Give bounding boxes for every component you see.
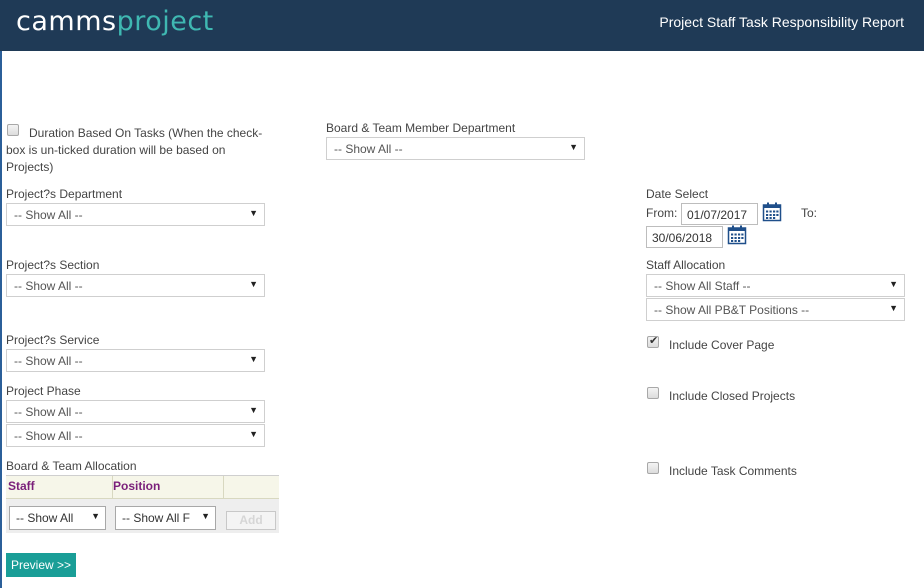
date-from-input[interactable]: 01/07/2017: [681, 203, 758, 225]
app-logo: cammsproject: [16, 6, 214, 37]
duration-checkbox-label-line1: Duration Based On Tasks (When the check-: [29, 126, 263, 140]
duration-checkbox-label-line3: Projects): [6, 160, 54, 174]
caret-down-icon: ▼: [89, 511, 100, 521]
report-title: Project Staff Task Responsibility Report: [659, 14, 904, 30]
caret-down-icon: ▼: [249, 405, 258, 415]
calendar-icon[interactable]: [727, 225, 747, 245]
date-to-input[interactable]: 30/06/2018: [646, 226, 723, 248]
include-task-comments-checkbox[interactable]: [647, 462, 659, 474]
staff-allocation-label: Staff Allocation: [646, 258, 726, 272]
staff-allocation-staff-select[interactable]: -- Show All Staff -- ▼: [646, 274, 905, 297]
board-team-member-department-select[interactable]: -- Show All -- ▼: [326, 137, 585, 160]
add-button[interactable]: Add: [226, 511, 276, 530]
caret-down-icon: ▼: [889, 303, 898, 313]
include-task-comments-label: Include Task Comments: [669, 464, 797, 478]
board-team-allocation-grid: Staff Position -- Show All ▼ -- Show All …: [6, 475, 279, 533]
caret-down-icon: ▼: [249, 429, 258, 439]
caret-down-icon: ▼: [249, 208, 258, 218]
duration-based-on-tasks-checkbox[interactable]: [7, 124, 19, 136]
grid-staff-select[interactable]: -- Show All ▼: [9, 506, 106, 530]
projects-section-select[interactable]: -- Show All -- ▼: [6, 274, 265, 297]
caret-down-icon: ▼: [889, 279, 898, 289]
include-cover-page-label: Include Cover Page: [669, 338, 775, 352]
include-cover-page-checkbox[interactable]: [647, 334, 659, 348]
left-border: [0, 51, 2, 588]
projects-department-select[interactable]: -- Show All -- ▼: [6, 203, 265, 226]
include-closed-projects-checkbox[interactable]: [647, 387, 659, 399]
grid-position-select[interactable]: -- Show All F ▼: [115, 506, 216, 530]
board-team-member-department-label: Board & Team Member Department: [326, 121, 516, 135]
include-closed-projects-label: Include Closed Projects: [669, 389, 796, 403]
preview-button[interactable]: Preview >>: [6, 553, 76, 577]
caret-down-icon: ▼: [249, 354, 258, 364]
project-phase-select-1[interactable]: -- Show All -- ▼: [6, 400, 265, 423]
projects-section-label: Project?s Section: [6, 258, 100, 272]
staff-allocation-positions-select[interactable]: -- Show All PB&T Positions -- ▼: [646, 298, 905, 321]
grid-column-position: Position: [113, 479, 161, 493]
grid-column-divider: [223, 476, 224, 499]
date-to-label: To:: [801, 206, 818, 220]
date-from-label: From:: [646, 206, 678, 220]
calendar-icon[interactable]: [762, 202, 782, 222]
board-team-allocation-label: Board & Team Allocation: [6, 459, 137, 473]
grid-column-staff: Staff: [8, 479, 35, 493]
date-select-label: Date Select: [646, 187, 709, 201]
caret-down-icon: ▼: [569, 142, 578, 152]
projects-department-label: Project?s Department: [6, 187, 123, 201]
grid-header: Staff Position: [6, 476, 279, 499]
duration-checkbox-label-line2: box is un-ticked duration will be based …: [6, 143, 226, 157]
projects-service-label: Project?s Service: [6, 333, 100, 347]
caret-down-icon: ▼: [249, 279, 258, 289]
project-phase-label: Project Phase: [6, 384, 81, 398]
project-phase-select-2[interactable]: -- Show All -- ▼: [6, 424, 265, 447]
projects-service-select[interactable]: -- Show All -- ▼: [6, 349, 265, 372]
app-header: cammsproject Project Staff Task Responsi…: [0, 0, 924, 51]
caret-down-icon: ▼: [199, 511, 210, 521]
